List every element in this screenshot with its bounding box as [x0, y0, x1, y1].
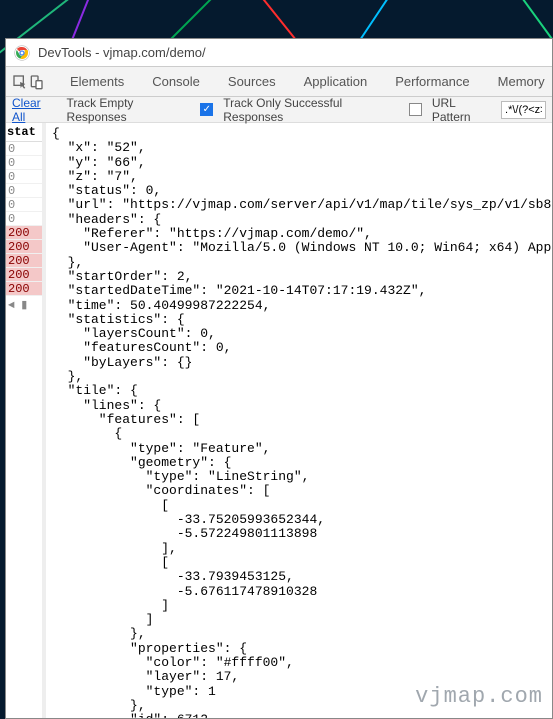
- track-empty-checkbox[interactable]: ✓: [200, 103, 213, 116]
- status-row[interactable]: 0: [6, 212, 42, 226]
- url-pattern-input[interactable]: [501, 101, 546, 119]
- status-row[interactable]: 200: [6, 268, 42, 282]
- tab-elements[interactable]: Elements: [56, 67, 138, 97]
- content-area: stat 000000200200200200200 ◄ ▮ { "x": "5…: [6, 123, 552, 718]
- inspect-icon[interactable]: [12, 70, 28, 94]
- status-row[interactable]: 0: [6, 156, 42, 170]
- tab-sources[interactable]: Sources: [214, 67, 290, 97]
- scroll-hint[interactable]: ◄ ▮: [6, 298, 42, 312]
- status-row[interactable]: 200: [6, 282, 42, 296]
- tabs-bar: Elements Console Sources Application Per…: [6, 67, 552, 97]
- url-pattern-group: URL Pattern: [432, 96, 546, 124]
- status-row[interactable]: 0: [6, 170, 42, 184]
- status-column: stat 000000200200200200200 ◄ ▮: [6, 123, 46, 718]
- track-empty-label[interactable]: Track Empty Responses ✓: [67, 96, 214, 124]
- status-row[interactable]: 0: [6, 198, 42, 212]
- clear-all-link[interactable]: Clear All: [12, 96, 57, 124]
- tab-console[interactable]: Console: [138, 67, 214, 97]
- status-row[interactable]: 200: [6, 254, 42, 268]
- titlebar: DevTools - vjmap.com/demo/: [6, 39, 552, 67]
- track-empty-text: Track Empty Responses: [67, 96, 197, 124]
- json-viewer[interactable]: { "x": "52", "y": "66", "z": "7", "statu…: [46, 123, 552, 718]
- tab-memory[interactable]: Memory: [484, 67, 553, 97]
- tab-application[interactable]: Application: [290, 67, 382, 97]
- status-header: stat: [6, 123, 42, 142]
- url-pattern-label: URL Pattern: [432, 96, 497, 124]
- panel-toolbar: Clear All Track Empty Responses ✓ Track …: [6, 97, 552, 123]
- devtools-window: DevTools - vjmap.com/demo/ Elements Cons…: [5, 38, 553, 719]
- window-title: DevTools - vjmap.com/demo/: [38, 45, 206, 60]
- device-icon[interactable]: [28, 70, 44, 94]
- track-success-checkbox[interactable]: [409, 103, 422, 116]
- tab-performance[interactable]: Performance: [381, 67, 483, 97]
- status-row[interactable]: 200: [6, 240, 42, 254]
- chrome-icon: [14, 45, 30, 61]
- track-success-label[interactable]: Track Only Successful Responses: [223, 96, 422, 124]
- status-row[interactable]: 0: [6, 184, 42, 198]
- track-success-text: Track Only Successful Responses: [223, 96, 405, 124]
- status-row[interactable]: 200: [6, 226, 42, 240]
- status-row[interactable]: 0: [6, 142, 42, 156]
